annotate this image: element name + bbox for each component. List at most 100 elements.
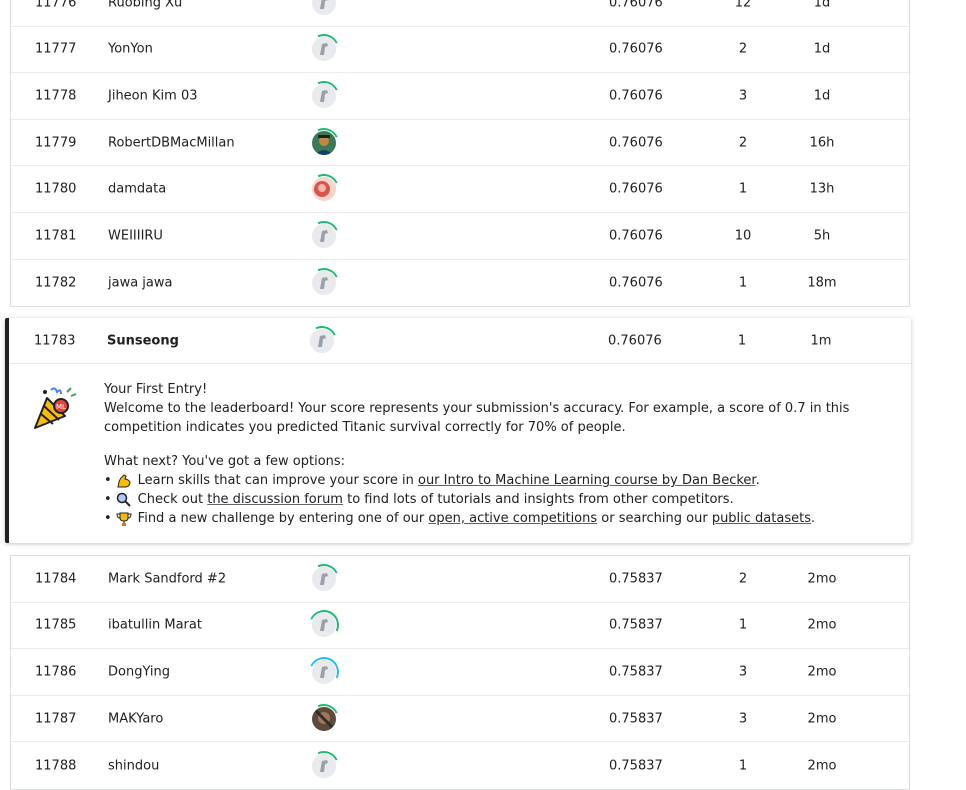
entries: 3	[738, 664, 748, 680]
last-submission: 1m	[810, 333, 832, 348]
rank: 11784	[35, 571, 77, 587]
leaderboard-top-block: 11776 Ruobing Xu 0.76076 12 1d 11777 Yon…	[10, 0, 910, 308]
trophy-icon	[116, 511, 132, 527]
last-submission: 2mo	[807, 571, 837, 587]
discussion-forum-link[interactable]: the discussion forum	[207, 492, 343, 507]
entries: 1	[738, 617, 748, 633]
last-submission: 5h	[813, 228, 831, 244]
progress-ring	[304, 169, 344, 209]
progress-ring	[304, 606, 344, 645]
team-avatar[interactable]	[302, 321, 342, 360]
first-entry-message: Your First Entry! Welcome to the leaderb…	[104, 380, 904, 528]
leaderboard-row[interactable]: 11776 Ruobing Xu 0.76076 12 1d	[11, 0, 909, 27]
entries: 2	[738, 41, 748, 57]
rank: 11780	[35, 181, 77, 197]
active-competitions-link[interactable]: open, active competitions	[428, 511, 597, 526]
your-entry-card: 11783 Sunseong 0.76076 1 1m ML Your Firs…	[5, 318, 911, 543]
leaderboard-row[interactable]: 11786 DongYing 0.75837 3 2mo	[11, 649, 909, 696]
entries: 1	[737, 333, 747, 348]
score: 0.76076	[609, 181, 663, 197]
team-name[interactable]: Mark Sandford #2	[108, 571, 226, 586]
score: 0.76076	[609, 41, 663, 57]
score: 0.76076	[609, 275, 663, 291]
team-name[interactable]: RobertDBMacMillan	[108, 135, 235, 150]
your-entry-row[interactable]: 11783 Sunseong 0.76076 1 1m	[10, 318, 911, 364]
progress-ring	[304, 30, 344, 69]
score: 0.76076	[608, 333, 662, 348]
leaderboard-row[interactable]: 11785 ibatullin Marat 0.75837 1 2mo	[11, 603, 909, 650]
last-submission: 1d	[813, 88, 831, 104]
team-name[interactable]: ibatullin Marat	[108, 618, 202, 633]
team-avatar[interactable]	[304, 123, 344, 162]
team-name[interactable]: DongYing	[108, 664, 170, 679]
last-submission: 16h	[809, 135, 835, 151]
entries: 3	[738, 88, 748, 104]
option-challenge: • Find a new challenge by entering one o…	[104, 511, 816, 527]
team-name[interactable]: Ruobing Xu	[108, 0, 182, 10]
last-submission: 1d	[813, 41, 831, 57]
option-learn: • Learn skills that can improve your sco…	[104, 473, 760, 489]
rank: 11779	[35, 135, 77, 151]
progress-ring	[302, 321, 342, 360]
team-avatar[interactable]	[304, 606, 344, 645]
svg-text:ML: ML	[56, 403, 66, 411]
rank: 11785	[35, 617, 77, 633]
team-name[interactable]: Jiheon Kim 03	[108, 88, 197, 103]
team-avatar[interactable]	[304, 652, 344, 692]
progress-ring	[304, 263, 344, 303]
entries: 12	[734, 0, 752, 11]
leaderboard-row[interactable]: 11778 Jiheon Kim 03 0.76076 3 1d	[11, 73, 909, 120]
score: 0.76076	[609, 0, 663, 11]
entries: 1	[738, 275, 748, 291]
rank: 11777	[35, 41, 77, 57]
leaderboard-row[interactable]: 11788 shindou 0.75837 1 2mo	[11, 742, 909, 789]
progress-ring	[304, 216, 344, 255]
rank: 11781	[35, 228, 77, 244]
team-name[interactable]: damdata	[108, 182, 166, 197]
team-name[interactable]: MAKYaro	[108, 711, 163, 726]
team-name[interactable]: WEIIIIRU	[108, 228, 163, 243]
team-avatar[interactable]	[304, 216, 344, 255]
progress-ring	[304, 699, 344, 738]
team-avatar[interactable]	[304, 169, 344, 209]
team-name[interactable]: shindou	[108, 758, 159, 773]
score: 0.76076	[609, 228, 663, 244]
score: 0.76076	[609, 135, 663, 151]
last-submission: 2mo	[807, 617, 837, 633]
leaderboard-row[interactable]: 11779 RobertDBMacMillan 0.76076 2 16h	[11, 120, 909, 167]
entries: 3	[738, 711, 748, 727]
public-datasets-link[interactable]: public datasets	[712, 511, 811, 526]
leaderboard-row[interactable]: 11780 damdata 0.76076 1 13h	[11, 166, 909, 213]
progress-ring	[304, 652, 344, 692]
leaderboard-row[interactable]: 11777 YonYon 0.76076 2 1d	[11, 27, 909, 74]
team-avatar[interactable]	[304, 263, 344, 303]
rank: 11788	[35, 758, 77, 774]
leaderboard-row[interactable]: 11782 jawa jawa 0.76076 1 18m	[11, 260, 909, 307]
team-avatar[interactable]	[304, 559, 344, 599]
team-name[interactable]: YonYon	[108, 42, 153, 57]
rank: 11782	[35, 275, 77, 291]
score: 0.75837	[609, 758, 663, 774]
flexed-biceps-icon	[116, 473, 132, 489]
rank: 11783	[34, 333, 76, 348]
leaderboard-row[interactable]: 11781 WEIIIIRU 0.76076 10 5h	[11, 213, 909, 260]
team-name[interactable]: Sunseong	[107, 333, 179, 348]
team-avatar[interactable]	[304, 746, 344, 785]
team-avatar[interactable]	[304, 0, 344, 23]
entries: 1	[738, 181, 748, 197]
rank: 11778	[35, 88, 77, 104]
team-avatar[interactable]	[304, 76, 344, 116]
team-name[interactable]: jawa jawa	[108, 275, 173, 290]
rank: 11787	[35, 711, 77, 727]
rank: 11776	[35, 0, 77, 11]
leaderboard-row[interactable]: 11787 MAKYaro 0.75837 3 2mo	[11, 696, 909, 743]
score: 0.75837	[609, 571, 663, 587]
score: 0.75837	[609, 711, 663, 727]
team-avatar[interactable]	[304, 30, 344, 69]
score: 0.75837	[609, 664, 663, 680]
team-avatar[interactable]	[304, 699, 344, 738]
last-submission: 2mo	[807, 664, 837, 680]
leaderboard-row[interactable]: 11784 Mark Sandford #2 0.75837 2 2mo	[11, 556, 909, 603]
progress-ring	[304, 123, 344, 162]
intro-ml-course-link[interactable]: our Intro to Machine Learning course by …	[418, 473, 756, 488]
